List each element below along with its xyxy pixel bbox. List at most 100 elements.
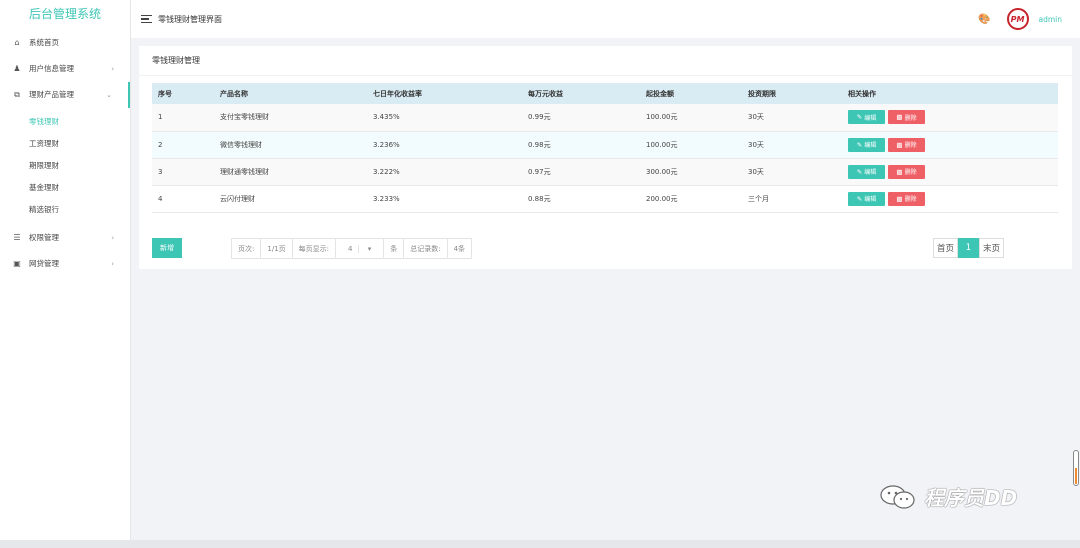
add-button[interactable]: 新增 bbox=[152, 238, 182, 258]
first-page-button[interactable]: 首页 bbox=[932, 238, 958, 258]
edit-button[interactable]: ✎ 编辑 bbox=[848, 191, 885, 206]
total-value: 4条 bbox=[453, 244, 466, 253]
app-title: 后台管理系统 bbox=[28, 7, 101, 21]
chevron-down-icon: ⌄ bbox=[106, 91, 112, 99]
table-cell: 0.99元 bbox=[522, 104, 640, 132]
sidebar-item-label: 理财产品管理 bbox=[29, 90, 74, 99]
table-cell: 微信零钱理财 bbox=[214, 131, 367, 159]
scrollbar-thumb[interactable] bbox=[1073, 450, 1079, 486]
column-header: 每万元收益 bbox=[522, 83, 640, 104]
submenu-item-fund[interactable]: 基金理财 bbox=[0, 177, 130, 199]
trash-icon: ▩ bbox=[896, 194, 903, 203]
sidebar-item-permissions[interactable]: ☰ 权限管理 › bbox=[0, 225, 130, 251]
actions-cell: ✎ 编辑 ▩ 删除 bbox=[842, 185, 1058, 213]
column-header: 相关操作 bbox=[842, 83, 1058, 104]
total-label: 总记录数: bbox=[404, 239, 448, 258]
submenu: 零钱理财 工资理财 期限理财 基金理财 精选银行 bbox=[0, 111, 130, 221]
table-cell: 支付宝零钱理财 bbox=[214, 104, 367, 132]
avatar[interactable]: PM bbox=[1006, 8, 1029, 30]
page-value: 1/1页 bbox=[261, 239, 293, 258]
edit-button[interactable]: ✎ 编辑 bbox=[848, 110, 885, 125]
actions-cell: ✎ 编辑 ▩ 删除 bbox=[842, 158, 1058, 186]
table-cell: 0.97元 bbox=[522, 158, 640, 186]
bottom-bar bbox=[0, 540, 1080, 548]
column-header: 产品名称 bbox=[214, 83, 367, 104]
chevron-right-icon: › bbox=[111, 234, 114, 242]
delete-button[interactable]: ▩ 删除 bbox=[888, 191, 925, 206]
palette-icon[interactable]: 🎨 bbox=[978, 14, 990, 25]
delete-button[interactable]: ▩ 删除 bbox=[888, 137, 925, 152]
sidebar-item-label: 权限管理 bbox=[29, 233, 59, 242]
submenu-item-change[interactable]: 零钱理财 bbox=[0, 111, 130, 133]
sliders-icon: ☰ bbox=[13, 233, 21, 242]
sidebar-item-label: 用户信息管理 bbox=[29, 64, 74, 73]
delete-label: 删除 bbox=[904, 114, 917, 122]
delete-button[interactable]: ▩ 删除 bbox=[888, 110, 925, 125]
table-cell: 3.435% bbox=[367, 104, 522, 132]
header-right: 🎨 PM admin bbox=[978, 0, 1062, 38]
table-cell: 0.88元 bbox=[522, 185, 640, 213]
table-header-row: 序号 产品名称 七日年化收益率 每万元收益 起投金额 投资期限 相关操作 bbox=[152, 83, 1058, 104]
chevron-right-icon: › bbox=[111, 65, 114, 73]
table-cell: 100.00元 bbox=[640, 131, 742, 159]
home-icon: ⌂ bbox=[14, 38, 20, 47]
table-row: 3 理财通零钱理财 3.222% 0.97元 300.00元 30天 ✎ 编辑 ▩ 删… bbox=[152, 158, 1058, 186]
edit-button[interactable]: ✎ 编辑 bbox=[848, 164, 885, 179]
username[interactable]: admin bbox=[1039, 15, 1063, 24]
paging-info: 页次: 1/1页 每页显示: 4 ▾ 条 总记录数: 4条 bbox=[231, 238, 473, 259]
actions-cell: ✎ 编辑 ▩ 删除 bbox=[842, 104, 1058, 132]
table-cell: 1 bbox=[152, 104, 214, 132]
per-page-value: 4 bbox=[342, 244, 360, 253]
panel-title: 零钱理财管理 bbox=[139, 46, 1072, 76]
submenu-item-salary[interactable]: 工资理财 bbox=[0, 133, 130, 155]
users-icon: ♟ bbox=[13, 64, 21, 73]
table-row: 4 云闪付理财 3.233% 0.88元 200.00元 三个月 ✎ 编辑 ▩ 删除 bbox=[152, 185, 1058, 213]
last-page-button[interactable]: 末页 bbox=[978, 238, 1004, 258]
submenu-item-bank[interactable]: 精选银行 bbox=[0, 199, 130, 221]
table-cell: 三个月 bbox=[742, 185, 842, 213]
sidebar-item-products[interactable]: ⧉ 理财产品管理 ⌄ bbox=[0, 82, 130, 108]
pencil-icon: ✎ bbox=[856, 113, 863, 122]
table-cell: 云闪付理财 bbox=[214, 185, 367, 213]
caret-down-icon: ▾ bbox=[367, 244, 372, 253]
page-title: 零钱理财管理界面 bbox=[158, 14, 222, 24]
table-cell: 30天 bbox=[742, 104, 842, 132]
edit-button[interactable]: ✎ 编辑 bbox=[848, 137, 885, 152]
delete-button[interactable]: ▩ 删除 bbox=[888, 164, 925, 179]
table-cell: 3 bbox=[152, 158, 214, 186]
trash-icon: ▩ bbox=[896, 167, 903, 176]
watermark-text: 程序员DD bbox=[924, 486, 1018, 510]
per-page-select[interactable]: 4 ▾ bbox=[336, 239, 385, 258]
column-header: 投资期限 bbox=[742, 83, 842, 104]
page-label: 页次: bbox=[232, 239, 262, 258]
pencil-icon: ✎ bbox=[856, 167, 863, 176]
table-row: 1 支付宝零钱理财 3.435% 0.99元 100.00元 30天 ✎ 编辑 ▩ 删… bbox=[152, 104, 1058, 132]
sidebar-item-label: 网贷管理 bbox=[29, 259, 59, 268]
pencil-icon: ✎ bbox=[856, 140, 863, 149]
table-cell: 30天 bbox=[742, 131, 842, 159]
product-table: 序号 产品名称 七日年化收益率 每万元收益 起投金额 投资期限 相关操作 1 支… bbox=[152, 83, 1058, 213]
delete-label: 删除 bbox=[904, 169, 917, 176]
sidebar-item-home[interactable]: ⌂ 系统首页 bbox=[0, 30, 130, 56]
table-cell: 3.236% bbox=[367, 131, 522, 159]
page-number-button[interactable]: 1 bbox=[957, 238, 979, 258]
edit-label: 编辑 bbox=[864, 142, 877, 149]
copy-icon: ⧉ bbox=[14, 90, 20, 99]
table-cell: 0.98元 bbox=[522, 131, 640, 159]
sidebar-item-label: 系统首页 bbox=[29, 38, 59, 47]
submenu-item-term[interactable]: 期限理财 bbox=[0, 155, 130, 177]
watermark: 程序员DD bbox=[878, 482, 1017, 511]
table-cell: 30天 bbox=[742, 158, 842, 186]
table-cell: 理财通零钱理财 bbox=[214, 158, 367, 186]
table-cell: 4 bbox=[152, 185, 214, 213]
trash-icon: ▩ bbox=[896, 113, 903, 122]
chevron-right-icon: › bbox=[111, 260, 114, 268]
sidebar-item-users[interactable]: ♟ 用户信息管理 › bbox=[0, 56, 130, 82]
sidebar-item-loans[interactable]: ▣ 网贷管理 › bbox=[0, 251, 130, 277]
edit-label: 编辑 bbox=[864, 196, 877, 203]
table-cell: 2 bbox=[152, 131, 214, 159]
table-cell: 100.00元 bbox=[640, 104, 742, 132]
table-cell: 300.00元 bbox=[640, 158, 742, 186]
menu-toggle-icon[interactable] bbox=[141, 15, 152, 23]
sidebar: 后台管理系统 ⌂ 系统首页 ♟ 用户信息管理 › ⧉ 理财产品管理 ⌄ 零钱理财… bbox=[0, 0, 131, 540]
